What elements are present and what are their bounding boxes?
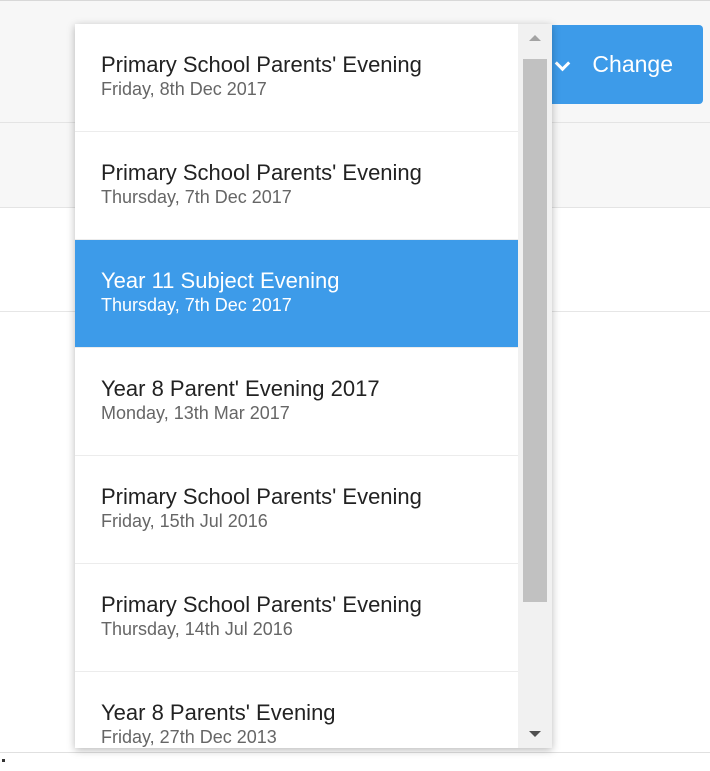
decorative-dot [2,759,5,762]
event-title: Primary School Parents' Evening [101,52,422,77]
event-option[interactable]: Primary School Parents' Evening Thursday… [75,132,518,240]
event-option[interactable]: Year 8 Parents' Evening Friday, 27th Dec… [75,672,518,748]
event-title: Year 8 Parent' Evening 2017 [101,376,380,401]
event-title: Year 11 Subject Evening [101,268,340,293]
chevron-down-icon [554,55,571,72]
event-date: Friday, 8th Dec 2017 [101,79,267,99]
event-title: Primary School Parents' Evening [101,592,422,617]
event-date: Friday, 27th Dec 2013 [101,727,277,747]
event-title: Primary School Parents' Evening [101,160,422,185]
event-option[interactable]: Primary School Parents' Evening Thursday… [75,564,518,672]
arrow-down-icon [529,731,541,737]
event-title: Year 8 Parents' Evening [101,700,336,725]
arrow-up-icon [529,35,541,41]
event-option[interactable]: Year 8 Parent' Evening 2017 Monday, 13th… [75,348,518,456]
event-list: Primary School Parents' Evening Friday, … [75,24,518,748]
event-date: Monday, 13th Mar 2017 [101,403,290,423]
event-date: Thursday, 7th Dec 2017 [101,187,292,207]
change-button[interactable]: Change [530,25,703,104]
scrollbar[interactable] [518,24,552,748]
event-option[interactable]: Primary School Parents' Evening Friday, … [75,456,518,564]
scrollbar-thumb[interactable] [523,59,547,602]
scroll-up-button[interactable] [518,24,552,52]
event-date: Friday, 15th Jul 2016 [101,511,268,531]
event-date: Thursday, 14th Jul 2016 [101,619,293,639]
event-date: Thursday, 7th Dec 2017 [101,295,292,315]
event-title: Primary School Parents' Evening [101,484,422,509]
event-option[interactable]: Primary School Parents' Evening Friday, … [75,24,518,132]
event-dropdown[interactable]: Primary School Parents' Evening Friday, … [75,24,552,748]
change-button-label: Change [592,51,673,77]
divider-bottom [0,752,710,753]
scroll-down-button[interactable] [518,720,552,748]
event-option-selected[interactable]: Year 11 Subject Evening Thursday, 7th De… [75,240,518,348]
